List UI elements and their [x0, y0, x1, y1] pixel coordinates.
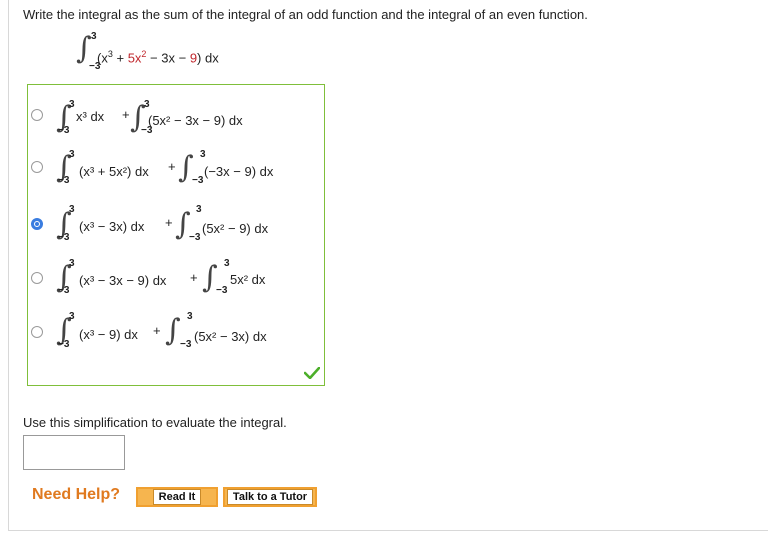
question-text: Write the integral as the sum of the int… [23, 7, 588, 22]
plus-sign: + [122, 107, 130, 122]
upper-limit: 3 [196, 204, 202, 215]
choice-3[interactable]: ∫ 3 −3 (x³ − 3x) dx + ∫ 3 −3 (5x² − 9) d… [28, 204, 324, 250]
integrand-even: (5x² − 3x − 9) dx [148, 113, 243, 128]
read-it-label: Read It [152, 489, 202, 505]
upper-limit: 3 [69, 204, 75, 215]
integral-sign: ∫ [76, 31, 92, 66]
upper-limit: 3 [224, 258, 230, 269]
choice-4-radio[interactable] [31, 272, 43, 284]
integrand-2: (5x² − 3x) dx [194, 329, 267, 344]
choice-1-radio[interactable] [31, 109, 43, 121]
upper-limit: 3 [69, 311, 75, 322]
lower-limit: −3 [189, 232, 201, 243]
integrand-1: (x³ + 5x²) dx [79, 164, 149, 179]
upper-limit: 3 [91, 31, 97, 42]
checkmark-icon [304, 367, 320, 379]
upper-limit: 3 [200, 149, 206, 160]
upper-limit: 3 [187, 311, 193, 322]
read-it-button[interactable]: Read It [136, 487, 218, 507]
integrand-1: (x³ − 9) dx [79, 327, 138, 342]
integrand-1: (x³ − 3x − 9) dx [79, 273, 167, 288]
choice-2-radio[interactable] [31, 161, 43, 173]
choice-5[interactable]: ∫ 3 −3 (x³ − 9) dx + ∫ 3 −3 (5x² − 3x) d… [28, 310, 324, 356]
integrand-2: (5x² − 9) dx [202, 221, 269, 236]
talk-to-tutor-label: Talk to a Tutor [226, 489, 314, 505]
lower-limit: −3 [180, 339, 192, 350]
integrand-2: (−3x − 9) dx [204, 164, 274, 179]
choice-4[interactable]: ∫ 3 −3 (x³ − 3x − 9) dx + ∫ 3 −3 5x² dx [28, 256, 324, 302]
plus-sign: + [165, 215, 173, 230]
upper-limit: 3 [69, 99, 75, 110]
answer-choices: ∫ 3 −3 x³ dx + ∫ 3 −3 (5x² − 3x − 9) dx … [27, 84, 325, 386]
choice-1[interactable]: ∫ 3 −3 x³ dx + ∫ 3 −3 (5x² − 3x − 9) dx [28, 91, 324, 137]
integral-sign: ∫ [165, 313, 181, 348]
lower-limit: −3 [58, 175, 70, 186]
lower-limit: −3 [58, 232, 70, 243]
choice-2[interactable]: ∫ 3 −3 (x³ + 5x²) dx + ∫ 3 −3 (−3x − 9) … [28, 149, 324, 195]
answer-input[interactable] [23, 435, 125, 470]
upper-limit: 3 [69, 258, 75, 269]
integrand-2: 5x² dx [230, 272, 266, 287]
plus-sign: + [153, 323, 161, 338]
evaluate-prompt: Use this simplification to evaluate the … [23, 415, 287, 430]
plus-sign: + [168, 159, 176, 174]
talk-to-tutor-button[interactable]: Talk to a Tutor [223, 487, 317, 507]
need-help-label: Need Help? [32, 486, 121, 503]
lower-limit: −3 [58, 125, 70, 136]
lower-limit: −3 [58, 339, 70, 350]
integrand-1: (x³ − 3x) dx [79, 219, 145, 234]
upper-limit: 3 [69, 149, 75, 160]
lower-limit: −3 [192, 175, 204, 186]
upper-limit: 3 [144, 99, 150, 110]
lower-limit: −3 [58, 285, 70, 296]
integrand-odd: x³ dx [76, 109, 105, 124]
choice-5-radio[interactable] [31, 326, 43, 338]
lower-limit: −3 [216, 285, 228, 296]
plus-sign: + [190, 270, 198, 285]
choice-3-radio-selected[interactable] [31, 218, 43, 230]
main-integrand: (x3 + 5x2 − 3x − 9) dx [97, 49, 219, 66]
